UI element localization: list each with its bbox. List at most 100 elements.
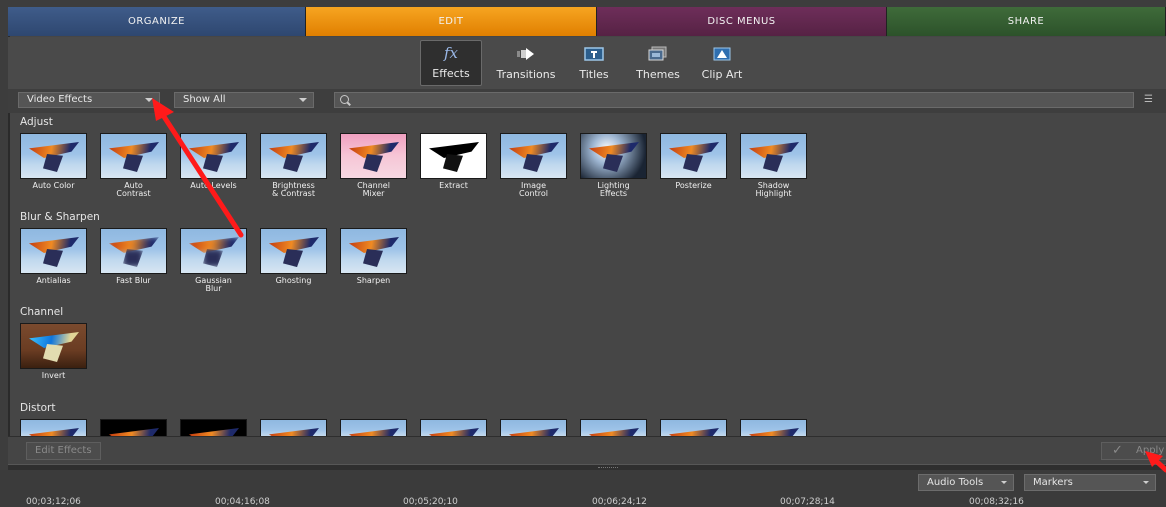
distort-effect-item[interactable] <box>180 419 247 436</box>
effect-label: Auto Levels <box>190 181 237 190</box>
effect-thumbnail <box>20 323 87 369</box>
effect-thumbnail <box>260 228 327 274</box>
apply-button[interactable]: ✓ Apply <box>1101 442 1166 460</box>
tab-disc-menus[interactable]: DISC MENUS <box>597 7 887 36</box>
effect-extract[interactable]: Extract <box>420 133 487 198</box>
distort-effects-grid <box>20 419 807 436</box>
list-view-icon[interactable]: ☰ <box>1144 95 1156 105</box>
search-input[interactable] <box>334 92 1134 108</box>
markers-dropdown[interactable]: Markers <box>1024 474 1156 491</box>
transitions-icon <box>515 46 537 62</box>
effect-label: Lighting Effects <box>597 181 630 198</box>
distort-effect-item[interactable] <box>740 419 807 436</box>
effect-ghosting[interactable]: Ghosting <box>260 228 327 293</box>
effect-thumbnail <box>20 133 87 179</box>
effect-thumbnail <box>340 419 407 436</box>
distort-effect-item[interactable] <box>260 419 327 436</box>
edit-effects-button[interactable]: Edit Effects <box>26 442 101 460</box>
effect-label: Image Control <box>519 181 548 198</box>
effect-type-dropdown[interactable]: Video Effects <box>18 92 160 108</box>
effect-thumbnail <box>180 419 247 436</box>
titles-category-button[interactable]: Titles <box>562 40 626 86</box>
timeline-ruler[interactable]: 00;03;12;06 00;04;16;08 00;05;20;10 00;0… <box>0 497 1166 507</box>
markers-label: Markers <box>1033 477 1073 488</box>
apply-label: Apply <box>1136 445 1165 456</box>
effect-thumbnail <box>260 133 327 179</box>
distort-effect-item[interactable] <box>500 419 567 436</box>
timecode-label: 00;05;20;10 <box>403 497 458 507</box>
chevron-down-icon <box>1001 481 1007 484</box>
effect-shadow-highlight[interactable]: Shadow Highlight <box>740 133 807 198</box>
chevron-down-icon <box>299 98 307 102</box>
effect-thumbnail <box>660 419 727 436</box>
effects-action-bar: Edit Effects ✓ Apply <box>8 436 1166 464</box>
transitions-category-button[interactable]: Transitions <box>490 40 562 86</box>
effect-label: Antialias <box>36 276 71 285</box>
effect-posterize[interactable]: Posterize <box>660 133 727 198</box>
distort-effect-item[interactable] <box>580 419 647 436</box>
effect-auto-contrast[interactable]: Auto Contrast <box>100 133 167 198</box>
themes-icon <box>648 46 668 62</box>
effect-brightness-contrast[interactable]: Brightness & Contrast <box>260 133 327 198</box>
effects-category-button[interactable]: fx Effects <box>420 40 482 86</box>
timecode-label: 00;06;24;12 <box>592 497 647 507</box>
effect-thumbnail <box>580 133 647 179</box>
effect-thumbnail <box>180 228 247 274</box>
section-title-adjust: Adjust <box>20 116 53 128</box>
effect-channel-mixer[interactable]: Channel Mixer <box>340 133 407 198</box>
timecode-label: 00;03;12;06 <box>26 497 81 507</box>
effect-auto-color[interactable]: Auto Color <box>20 133 87 198</box>
effect-auto-levels[interactable]: Auto Levels <box>180 133 247 198</box>
timecode-label: 00;04;16;08 <box>215 497 270 507</box>
effect-antialias[interactable]: Antialias <box>20 228 87 293</box>
effect-thumbnail <box>420 133 487 179</box>
effect-thumbnail <box>260 419 327 436</box>
effect-thumbnail <box>500 133 567 179</box>
show-filter-dropdown[interactable]: Show All <box>174 92 314 108</box>
tab-edit[interactable]: EDIT <box>306 7 597 36</box>
effect-thumbnail <box>580 419 647 436</box>
effect-label: Shadow Highlight <box>755 181 792 198</box>
effect-thumbnail <box>740 133 807 179</box>
themes-category-label: Themes <box>636 68 680 81</box>
clip-art-category-label: Clip Art <box>701 68 743 81</box>
tab-organize[interactable]: ORGANIZE <box>8 7 306 36</box>
effect-fast-blur[interactable]: Fast Blur <box>100 228 167 293</box>
premiere-elements-window: ORGANIZE EDIT DISC MENUS SHARE fx Effect… <box>0 0 1166 507</box>
effect-label: Auto Contrast <box>116 181 151 198</box>
themes-category-button[interactable]: Themes <box>626 40 690 86</box>
effect-image-control[interactable]: Image Control <box>500 133 567 198</box>
distort-effect-item[interactable] <box>20 419 87 436</box>
effect-lighting-effects[interactable]: Lighting Effects <box>580 133 647 198</box>
section-title-blur-sharpen: Blur & Sharpen <box>20 211 100 223</box>
effect-gaussian-blur[interactable]: Gaussian Blur <box>180 228 247 293</box>
effect-thumbnail <box>100 133 167 179</box>
distort-effect-item[interactable] <box>660 419 727 436</box>
distort-effect-item[interactable] <box>420 419 487 436</box>
effect-sharpen[interactable]: Sharpen <box>340 228 407 293</box>
effect-label: Fast Blur <box>116 276 151 285</box>
effect-label: Ghosting <box>275 276 312 285</box>
chevron-down-icon <box>1143 481 1149 484</box>
effect-invert[interactable]: Invert <box>20 323 87 380</box>
titles-category-label: Titles <box>579 68 609 81</box>
effect-label: Posterize <box>675 181 712 190</box>
distort-effect-item[interactable] <box>340 419 407 436</box>
tab-share[interactable]: SHARE <box>887 7 1166 36</box>
channel-effects-grid: Invert <box>20 323 87 380</box>
titles-icon <box>584 46 604 62</box>
effect-type-value: Video Effects <box>27 94 93 105</box>
chevron-down-icon <box>145 98 153 102</box>
audio-tools-dropdown[interactable]: Audio Tools <box>918 474 1014 491</box>
clip-art-icon <box>713 46 731 62</box>
effect-thumbnail <box>740 419 807 436</box>
effect-thumbnail <box>660 133 727 179</box>
timecode-label: 00;08;32;16 <box>969 497 1024 507</box>
adjust-effects-grid: Auto Color Auto Contrast Auto Levels Bri… <box>20 133 807 198</box>
distort-effect-item[interactable] <box>100 419 167 436</box>
effect-label: Extract <box>439 181 468 190</box>
effect-thumbnail <box>20 228 87 274</box>
clip-art-category-button[interactable]: Clip Art <box>690 40 754 86</box>
effect-label: Gaussian Blur <box>195 276 232 293</box>
effect-thumbnail <box>340 228 407 274</box>
